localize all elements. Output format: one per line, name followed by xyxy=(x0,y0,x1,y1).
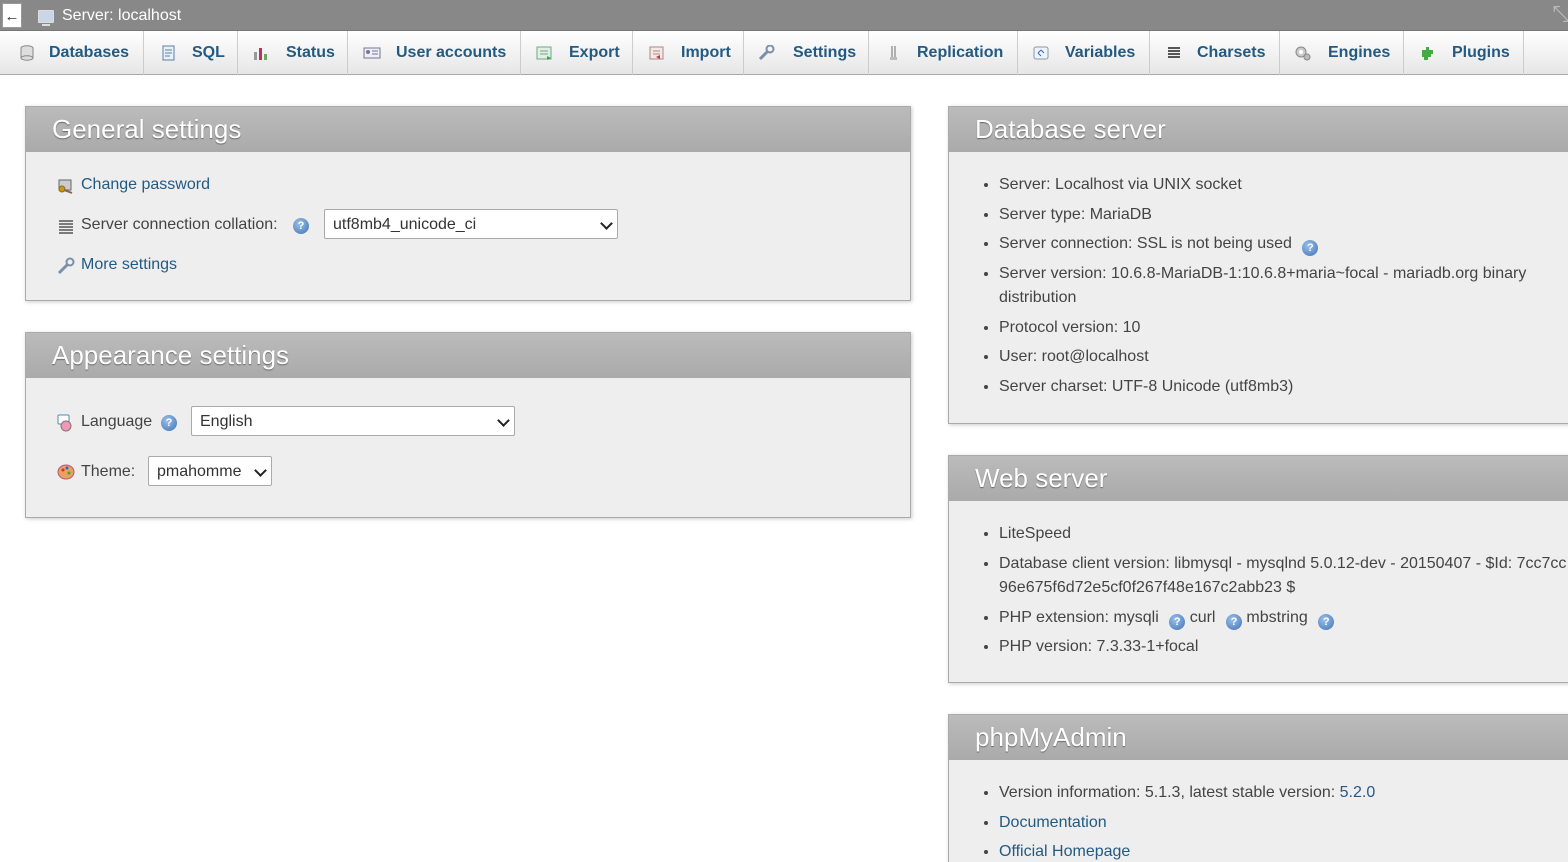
php-extension: mbstring xyxy=(1246,608,1308,626)
panel-title: phpMyAdmin xyxy=(949,715,1568,760)
export-icon xyxy=(536,46,552,60)
tab-label: User accounts xyxy=(396,44,507,61)
tab-status[interactable]: Status xyxy=(238,31,348,75)
replication-icon xyxy=(890,46,897,60)
server-icon xyxy=(38,10,54,26)
phpmyadmin-panel: phpMyAdmin Version information: 5.1.3, l… xyxy=(948,714,1568,862)
collapse-navigation-button[interactable]: ← xyxy=(2,3,22,28)
list-item-text: Server connection: SSL is not being used xyxy=(999,235,1292,252)
collation-icon xyxy=(59,220,73,234)
list-item: PHP extension: mysqli ? curl ? mbstring … xyxy=(999,606,1568,631)
web-server-list: LiteSpeed Database client version: libmy… xyxy=(999,522,1568,665)
appearance-settings-panel: Appearance settings Language ? English T… xyxy=(25,332,911,518)
tab-engines[interactable]: Engines xyxy=(1280,31,1404,75)
language-icon xyxy=(57,414,72,432)
tab-label: Variables xyxy=(1065,44,1136,61)
engines-icon xyxy=(1295,46,1311,61)
collation-label: Server connection collation: xyxy=(81,216,278,233)
tab-charsets[interactable]: Charsets xyxy=(1150,31,1280,75)
more-settings-link[interactable]: More settings xyxy=(81,256,177,274)
list-item-text: PHP extension: xyxy=(999,608,1109,626)
panel-title: Appearance settings xyxy=(26,333,910,378)
panel-title: Database server xyxy=(949,107,1568,152)
database-server-panel: Database server Server: Localhost via UN… xyxy=(948,106,1568,424)
list-item: Protocol version: 10 xyxy=(999,316,1568,341)
latest-version-link[interactable]: 5.2.0 xyxy=(1340,784,1376,801)
list-item: Server charset: UTF-8 Unicode (utf8mb3) xyxy=(999,375,1568,400)
palette-icon xyxy=(57,464,75,480)
phpmyadmin-list: Version information: 5.1.3, latest stabl… xyxy=(999,781,1568,862)
list-item: Server type: MariaDB xyxy=(999,203,1568,228)
php-extension: curl xyxy=(1189,608,1216,626)
tab-label: Export xyxy=(569,44,620,61)
help-icon[interactable]: ? xyxy=(293,218,309,234)
users-icon xyxy=(363,47,381,59)
list-item: Official Homepage xyxy=(999,840,1568,862)
list-item: Database client version: libmysql - mysq… xyxy=(999,552,1568,601)
help-icon[interactable]: ? xyxy=(1169,613,1186,630)
server-breadcrumb[interactable]: Server: localhost xyxy=(62,7,181,25)
main-tabs: Databases SQL Status User accounts Expor… xyxy=(0,31,1568,75)
status-icon xyxy=(254,48,267,60)
wrench-icon xyxy=(758,45,775,61)
import-icon xyxy=(649,46,664,60)
sql-icon xyxy=(162,45,175,61)
tab-databases[interactable]: Databases xyxy=(0,31,144,75)
panel-title: Web server xyxy=(949,456,1568,501)
tab-plugins[interactable]: Plugins xyxy=(1404,31,1524,75)
tab-label: Engines xyxy=(1328,44,1391,61)
tab-sql[interactable]: SQL xyxy=(144,31,238,75)
variables-icon xyxy=(1033,46,1049,60)
panel-title: General settings xyxy=(26,107,910,152)
fullscreen-icon[interactable]: ⤡ xyxy=(1552,3,1568,25)
tab-replication[interactable]: Replication xyxy=(869,31,1018,75)
tab-label: Import xyxy=(681,44,731,61)
database-icon xyxy=(20,45,34,61)
help-icon[interactable]: ? xyxy=(1318,613,1335,630)
help-icon[interactable]: ? xyxy=(161,415,177,431)
help-icon[interactable]: ? xyxy=(1225,613,1242,630)
version-text: Version information: 5.1.3, latest stabl… xyxy=(999,784,1340,801)
list-item: Version information: 5.1.3, latest stabl… xyxy=(999,781,1568,806)
tab-label: Charsets xyxy=(1197,44,1266,61)
tab-label: Replication xyxy=(917,44,1004,61)
language-label: Language xyxy=(81,413,153,430)
theme-label: Theme: xyxy=(81,463,136,480)
official-homepage-link[interactable]: Official Homepage xyxy=(999,843,1130,860)
collation-select[interactable]: utf8mb4_unicode_ci xyxy=(324,209,618,239)
list-item: LiteSpeed xyxy=(999,522,1568,547)
tab-label: Plugins xyxy=(1452,44,1510,61)
general-settings-panel: General settings Change password Server … xyxy=(25,106,911,301)
list-item: Server connection: SSL is not being used… xyxy=(999,232,1568,257)
list-item: PHP version: 7.3.33-1+focal xyxy=(999,635,1568,660)
database-server-list: Server: Localhost via UNIX socket Server… xyxy=(999,173,1568,404)
web-server-panel: Web server LiteSpeed Database client ver… xyxy=(948,455,1568,683)
list-item: User: root@localhost xyxy=(999,345,1568,370)
plugin-icon xyxy=(1422,47,1433,60)
help-icon[interactable]: ? xyxy=(1302,240,1319,256)
tab-variables[interactable]: Variables xyxy=(1018,31,1150,75)
documentation-link[interactable]: Documentation xyxy=(999,814,1107,831)
charsets-icon xyxy=(1168,47,1180,58)
change-password-link[interactable]: Change password xyxy=(81,176,210,194)
tab-export[interactable]: Export xyxy=(521,31,633,75)
tab-label: Settings xyxy=(793,44,857,61)
language-select[interactable]: English xyxy=(191,406,515,436)
tab-label: Databases xyxy=(49,44,130,61)
tab-user-accounts[interactable]: User accounts xyxy=(348,31,521,75)
list-item: Documentation xyxy=(999,811,1568,836)
wrench-icon xyxy=(57,257,75,275)
tab-label: Status xyxy=(286,44,335,61)
php-extension: mysqli xyxy=(1113,608,1159,626)
list-item: Server: Localhost via UNIX socket xyxy=(999,173,1568,198)
tab-import[interactable]: Import xyxy=(633,31,744,75)
key-icon xyxy=(58,179,73,194)
tab-label: SQL xyxy=(192,44,225,61)
list-item: Server version: 10.6.8-MariaDB-1:10.6.8+… xyxy=(999,262,1568,311)
theme-select[interactable]: pmahomme xyxy=(148,456,272,486)
server-breadcrumb-bar: ← Server: localhost ⤡ xyxy=(0,0,1568,31)
tab-settings[interactable]: Settings xyxy=(744,31,869,75)
